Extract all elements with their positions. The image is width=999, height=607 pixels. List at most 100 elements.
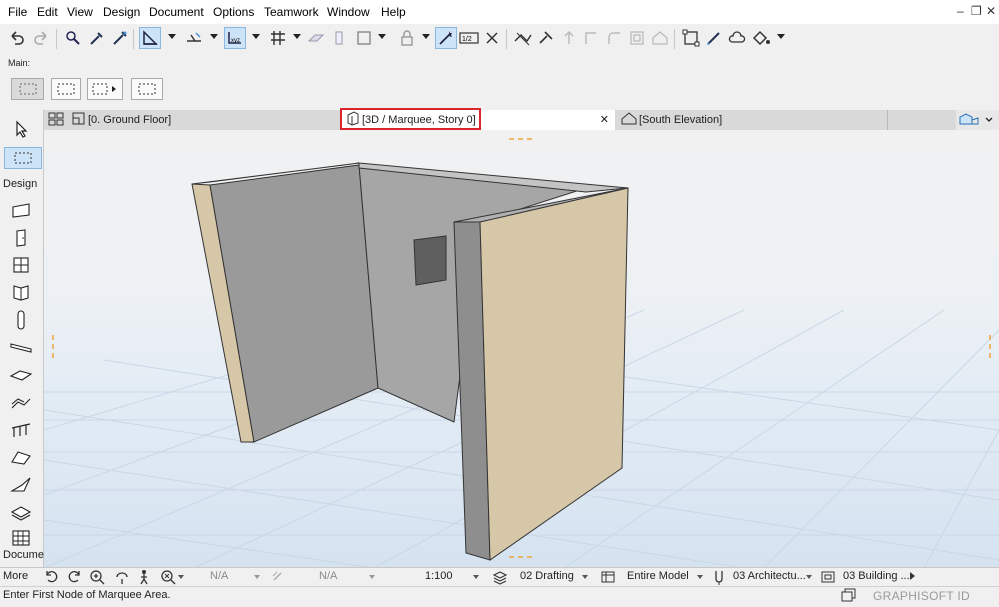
syringe-icon[interactable] (109, 27, 131, 49)
restore-button[interactable]: ❐ (971, 4, 982, 18)
redo-icon[interactable] (30, 27, 52, 49)
morph-tool-icon[interactable] (10, 501, 32, 523)
marquee-thin-button[interactable] (11, 78, 44, 100)
chevron-down-icon[interactable] (254, 575, 260, 579)
suspend-groups-icon[interactable] (353, 27, 375, 49)
chevron-down-icon[interactable] (582, 575, 588, 579)
marquee-rotated-button[interactable] (87, 78, 123, 100)
chevron-down-icon[interactable] (473, 575, 479, 579)
mvo-value[interactable]: 03 Building ... (843, 570, 910, 582)
menu-view[interactable]: View (67, 5, 93, 19)
menu-document[interactable]: Document (149, 5, 204, 19)
window-tool-icon[interactable] (10, 254, 32, 276)
navigator-button[interactable] (956, 110, 999, 130)
marquee-thin-2-button[interactable] (51, 78, 81, 100)
chevron-down-icon[interactable] (252, 34, 260, 39)
mesh-tool-icon[interactable] (10, 527, 32, 549)
roof-tool-icon[interactable] (10, 446, 32, 468)
elevate-icon[interactable] (558, 27, 580, 49)
guide-lines-icon[interactable] (139, 27, 161, 49)
minimize-button[interactable]: – (957, 4, 964, 18)
chevron-down-icon[interactable] (168, 34, 176, 39)
door-tool-icon[interactable] (10, 227, 32, 249)
chevron-right-icon[interactable] (910, 572, 915, 580)
angle-value[interactable]: N/A (210, 570, 228, 582)
group-icon[interactable] (680, 27, 702, 49)
layers-icon[interactable] (328, 27, 350, 49)
chevron-down-icon[interactable] (369, 575, 375, 579)
toolbar-separator (133, 29, 134, 49)
graphisoft-id-label[interactable]: GRAPHISOFT ID (873, 589, 970, 603)
chevron-down-icon[interactable] (210, 34, 218, 39)
status-message: Enter First Node of Marquee Area. (3, 589, 171, 601)
close-button[interactable]: ✕ (986, 4, 996, 18)
tab-3d-marquee[interactable]: [3D / Marquee, Story 0] ✕ (340, 108, 615, 130)
tab-south-elevation[interactable]: [South Elevation] (617, 110, 887, 130)
railing-tool-icon[interactable] (10, 419, 32, 441)
dimension-icon[interactable]: 1/2 (458, 27, 480, 49)
model-view-value[interactable]: Entire Model (627, 570, 689, 582)
chevron-down-icon[interactable] (806, 575, 812, 579)
arrow-tool-icon[interactable] (10, 118, 32, 140)
more-button[interactable]: More (3, 570, 28, 582)
split-icon[interactable] (512, 27, 534, 49)
curtain-wall-tool-icon[interactable] (10, 281, 32, 303)
beam-tool-icon[interactable] (10, 336, 32, 358)
left-wall[interactable] (191, 162, 379, 443)
slab-tool-icon[interactable] (10, 364, 32, 386)
window-copy-icon[interactable] (841, 588, 857, 606)
undo-icon[interactable] (6, 27, 28, 49)
document-group-label[interactable]: Docume (3, 549, 44, 561)
chevron-down-icon[interactable] (777, 34, 785, 39)
stair-tool-icon[interactable] (10, 391, 32, 413)
menu-file[interactable]: File (8, 5, 27, 19)
roof-icon[interactable] (649, 27, 671, 49)
right-wall[interactable] (453, 187, 629, 561)
fillet-icon[interactable] (603, 27, 625, 49)
snap-guides-icon[interactable] (183, 27, 205, 49)
relative-construction-icon[interactable]: xyz (224, 27, 246, 49)
menu-window[interactable]: Window (327, 5, 370, 19)
wall-tool-icon[interactable] (10, 199, 32, 221)
marquee-bold-button[interactable] (131, 78, 163, 100)
column-tool-icon[interactable] (10, 309, 32, 331)
cross-icon[interactable] (481, 27, 503, 49)
layer-combo-value[interactable]: 02 Drafting (520, 570, 574, 582)
menu-teamwork[interactable]: Teamwork (264, 5, 319, 19)
3d-model-canvas[interactable] (44, 130, 999, 568)
trim-icon[interactable] (535, 27, 557, 49)
menu-design[interactable]: Design (103, 5, 140, 19)
marquee-tool-icon[interactable] (4, 147, 42, 169)
pen-set-value[interactable]: 03 Architectu... (733, 570, 806, 582)
chevron-down-icon[interactable] (293, 34, 301, 39)
tile-windows-icon[interactable] (48, 112, 64, 129)
cloud-icon[interactable] (726, 27, 748, 49)
rotate-icon[interactable] (271, 570, 285, 587)
lock-icon[interactable] (396, 27, 418, 49)
close-tab-icon[interactable]: ✕ (600, 113, 609, 126)
shell-tool-icon[interactable] (10, 474, 32, 496)
chevron-down-icon[interactable] (378, 34, 386, 39)
adjust-icon[interactable] (580, 27, 602, 49)
chevron-down-icon[interactable] (422, 34, 430, 39)
trace-icon[interactable] (305, 27, 327, 49)
3d-viewport[interactable] (44, 130, 999, 568)
pen-icon[interactable] (703, 27, 725, 49)
chevron-down-icon[interactable] (697, 575, 703, 579)
find-select-icon[interactable] (62, 27, 84, 49)
menu-help[interactable]: Help (381, 5, 406, 19)
floor-plan-icon (72, 112, 86, 129)
chevron-down-icon[interactable] (178, 575, 184, 579)
tab-ground-floor[interactable]: [0. Ground Floor] (44, 110, 340, 130)
main-label: Main: (8, 58, 31, 68)
grid-snap-icon[interactable] (267, 27, 289, 49)
scale-value[interactable]: 1:100 (425, 570, 453, 582)
paint-bucket-icon[interactable] (750, 27, 772, 49)
magic-wand-icon[interactable] (435, 27, 457, 49)
eyedropper-icon[interactable] (86, 27, 108, 49)
offset-icon[interactable] (626, 27, 648, 49)
menu-edit[interactable]: Edit (37, 5, 58, 19)
design-group-label[interactable]: Design (3, 178, 37, 190)
distance-value[interactable]: N/A (319, 570, 337, 582)
menu-options[interactable]: Options (213, 5, 254, 19)
